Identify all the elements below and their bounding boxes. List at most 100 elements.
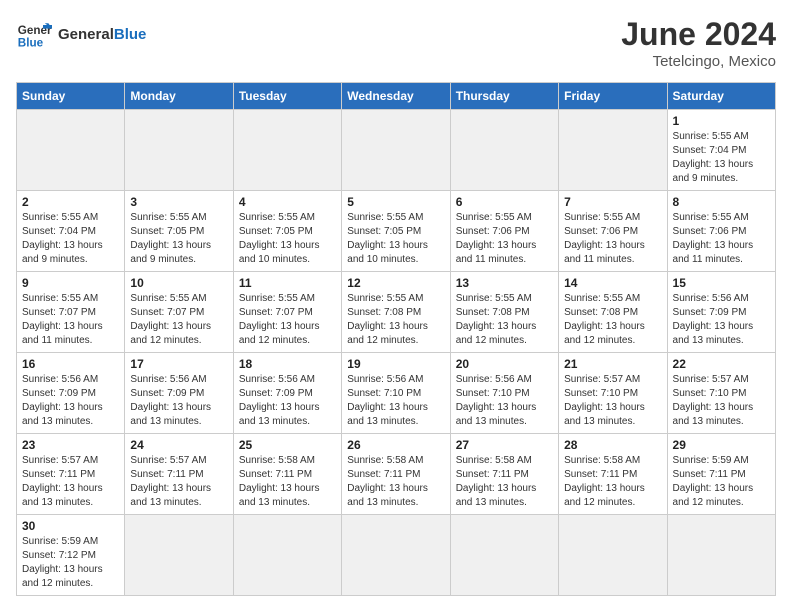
day-number: 2 (22, 195, 119, 209)
calendar-cell: 10 Sunrise: 5:55 AM Sunset: 7:07 PM Dayli… (125, 272, 233, 353)
day-info: Sunrise: 5:55 AM Sunset: 7:06 PM Dayligh… (456, 211, 553, 267)
day-number: 14 (564, 276, 661, 290)
day-number: 19 (347, 357, 444, 371)
svg-text:Blue: Blue (18, 37, 44, 50)
day-number: 21 (564, 357, 661, 371)
day-number: 1 (673, 114, 770, 128)
day-number: 22 (673, 357, 770, 371)
day-number: 23 (22, 438, 119, 452)
calendar-week-3: 9 Sunrise: 5:55 AM Sunset: 7:07 PM Daylig… (17, 272, 776, 353)
day-number: 20 (456, 357, 553, 371)
day-info: Sunrise: 5:55 AM Sunset: 7:04 PM Dayligh… (673, 130, 770, 186)
calendar-week-5: 23 Sunrise: 5:57 AM Sunset: 7:11 PM Dayli… (17, 434, 776, 515)
calendar-cell: 25Sunrise: 5:58 AM Sunset: 7:11 PM Dayli… (233, 434, 341, 515)
calendar-cell: 13Sunrise: 5:55 AM Sunset: 7:08 PM Dayli… (450, 272, 558, 353)
weekday-header-friday: Friday (559, 83, 667, 110)
day-info: Sunrise: 5:55 AM Sunset: 7:05 PM Dayligh… (130, 211, 227, 267)
day-number: 16 (22, 357, 119, 371)
day-number: 6 (456, 195, 553, 209)
calendar-cell (559, 515, 667, 596)
day-info: Sunrise: 5:55 AM Sunset: 7:08 PM Dayligh… (564, 292, 661, 348)
calendar-cell (125, 515, 233, 596)
calendar-cell (450, 110, 558, 191)
day-info: Sunrise: 5:58 AM Sunset: 7:11 PM Dayligh… (347, 454, 444, 510)
weekday-header-monday: Monday (125, 83, 233, 110)
day-number: 27 (456, 438, 553, 452)
day-number: 26 (347, 438, 444, 452)
day-number: 13 (456, 276, 553, 290)
calendar-week-2: 2 Sunrise: 5:55 AM Sunset: 7:04 PM Daylig… (17, 191, 776, 272)
calendar-cell: 1 Sunrise: 5:55 AM Sunset: 7:04 PM Daylig… (667, 110, 775, 191)
day-number: 12 (347, 276, 444, 290)
day-info: Sunrise: 5:59 AM Sunset: 7:12 PM Dayligh… (22, 535, 119, 591)
day-info: Sunrise: 5:56 AM Sunset: 7:10 PM Dayligh… (347, 373, 444, 429)
day-info: Sunrise: 5:55 AM Sunset: 7:05 PM Dayligh… (347, 211, 444, 267)
calendar-cell: 17Sunrise: 5:56 AM Sunset: 7:09 PM Dayli… (125, 353, 233, 434)
day-info: Sunrise: 5:57 AM Sunset: 7:11 PM Dayligh… (22, 454, 119, 510)
calendar-cell: 4Sunrise: 5:55 AM Sunset: 7:05 PM Daylig… (233, 191, 341, 272)
location: Tetelcingo, Mexico (621, 53, 776, 70)
day-number: 30 (22, 519, 119, 533)
calendar-cell (559, 110, 667, 191)
calendar-cell: 8 Sunrise: 5:55 AM Sunset: 7:06 PM Daylig… (667, 191, 775, 272)
logo-general: GeneralBlue (58, 26, 146, 43)
calendar-cell: 11Sunrise: 5:55 AM Sunset: 7:07 PM Dayli… (233, 272, 341, 353)
day-info: Sunrise: 5:58 AM Sunset: 7:11 PM Dayligh… (456, 454, 553, 510)
day-number: 18 (239, 357, 336, 371)
day-info: Sunrise: 5:55 AM Sunset: 7:07 PM Dayligh… (130, 292, 227, 348)
calendar-cell: 12 Sunrise: 5:55 AM Sunset: 7:08 PM Dayli… (342, 272, 450, 353)
month-year: June 2024 (621, 16, 776, 53)
day-info: Sunrise: 5:56 AM Sunset: 7:09 PM Dayligh… (239, 373, 336, 429)
day-info: Sunrise: 5:55 AM Sunset: 7:07 PM Dayligh… (22, 292, 119, 348)
calendar-cell: 22 Sunrise: 5:57 AM Sunset: 7:10 PM Dayli… (667, 353, 775, 434)
calendar-cell (450, 515, 558, 596)
day-info: Sunrise: 5:56 AM Sunset: 7:09 PM Dayligh… (673, 292, 770, 348)
calendar-cell: 3 Sunrise: 5:55 AM Sunset: 7:05 PM Daylig… (125, 191, 233, 272)
day-info: Sunrise: 5:57 AM Sunset: 7:10 PM Dayligh… (673, 373, 770, 429)
weekday-header-saturday: Saturday (667, 83, 775, 110)
day-info: Sunrise: 5:59 AM Sunset: 7:11 PM Dayligh… (673, 454, 770, 510)
calendar-cell: 24 Sunrise: 5:57 AM Sunset: 7:11 PM Dayli… (125, 434, 233, 515)
calendar-table: SundayMondayTuesdayWednesdayThursdayFrid… (16, 82, 776, 596)
calendar-cell (125, 110, 233, 191)
day-number: 8 (673, 195, 770, 209)
day-info: Sunrise: 5:57 AM Sunset: 7:10 PM Dayligh… (564, 373, 661, 429)
page-header: General Blue GeneralBlue June 2024 Tetel… (16, 16, 776, 70)
day-info: Sunrise: 5:55 AM Sunset: 7:06 PM Dayligh… (564, 211, 661, 267)
day-number: 25 (239, 438, 336, 452)
day-number: 5 (347, 195, 444, 209)
day-info: Sunrise: 5:55 AM Sunset: 7:05 PM Dayligh… (239, 211, 336, 267)
calendar-cell: 15Sunrise: 5:56 AM Sunset: 7:09 PM Dayli… (667, 272, 775, 353)
calendar-cell: 16Sunrise: 5:56 AM Sunset: 7:09 PM Dayli… (17, 353, 125, 434)
day-number: 3 (130, 195, 227, 209)
calendar-cell: 6 Sunrise: 5:55 AM Sunset: 7:06 PM Daylig… (450, 191, 558, 272)
calendar-cell: 14 Sunrise: 5:55 AM Sunset: 7:08 PM Dayli… (559, 272, 667, 353)
day-number: 28 (564, 438, 661, 452)
day-info: Sunrise: 5:55 AM Sunset: 7:08 PM Dayligh… (347, 292, 444, 348)
calendar-cell: 30 Sunrise: 5:59 AM Sunset: 7:12 PM Dayli… (17, 515, 125, 596)
day-number: 10 (130, 276, 227, 290)
title-block: June 2024 Tetelcingo, Mexico (621, 16, 776, 70)
calendar-cell (233, 110, 341, 191)
day-info: Sunrise: 5:55 AM Sunset: 7:04 PM Dayligh… (22, 211, 119, 267)
day-info: Sunrise: 5:56 AM Sunset: 7:09 PM Dayligh… (130, 373, 227, 429)
day-info: Sunrise: 5:56 AM Sunset: 7:10 PM Dayligh… (456, 373, 553, 429)
calendar-week-6: 30 Sunrise: 5:59 AM Sunset: 7:12 PM Dayli… (17, 515, 776, 596)
day-info: Sunrise: 5:58 AM Sunset: 7:11 PM Dayligh… (564, 454, 661, 510)
day-number: 24 (130, 438, 227, 452)
calendar-cell: 5 Sunrise: 5:55 AM Sunset: 7:05 PM Daylig… (342, 191, 450, 272)
weekday-header-wednesday: Wednesday (342, 83, 450, 110)
calendar-cell: 28 Sunrise: 5:58 AM Sunset: 7:11 PM Dayli… (559, 434, 667, 515)
calendar-week-1: 1 Sunrise: 5:55 AM Sunset: 7:04 PM Daylig… (17, 110, 776, 191)
day-number: 9 (22, 276, 119, 290)
day-info: Sunrise: 5:57 AM Sunset: 7:11 PM Dayligh… (130, 454, 227, 510)
calendar-cell (342, 110, 450, 191)
day-info: Sunrise: 5:55 AM Sunset: 7:06 PM Dayligh… (673, 211, 770, 267)
weekday-header-thursday: Thursday (450, 83, 558, 110)
day-number: 7 (564, 195, 661, 209)
logo-icon: General Blue (16, 16, 52, 52)
calendar-header: SundayMondayTuesdayWednesdayThursdayFrid… (17, 83, 776, 110)
calendar-cell: 7 Sunrise: 5:55 AM Sunset: 7:06 PM Daylig… (559, 191, 667, 272)
weekday-header-tuesday: Tuesday (233, 83, 341, 110)
calendar-cell: 19 Sunrise: 5:56 AM Sunset: 7:10 PM Dayli… (342, 353, 450, 434)
